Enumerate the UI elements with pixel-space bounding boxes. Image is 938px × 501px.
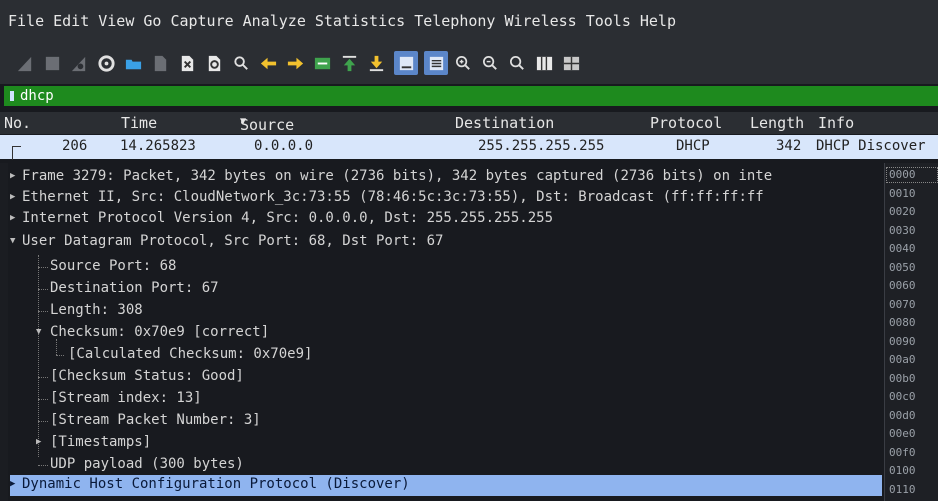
reload-icon[interactable]: [205, 54, 224, 73]
menu-wireless[interactable]: Wireless: [504, 12, 576, 30]
hex-offset: 00a0: [889, 353, 916, 366]
menu-telephony[interactable]: Telephony: [414, 12, 495, 30]
detail-row-source-port[interactable]: Source Port: 68: [10, 257, 882, 278]
expand-arrow-icon[interactable]: ▶: [36, 437, 41, 447]
hex-offset: 0050: [889, 261, 916, 274]
stop-square-icon[interactable]: [43, 54, 62, 73]
hex-offset: 00d0: [889, 409, 916, 422]
hex-offset: 00f0: [889, 446, 916, 459]
hex-offset: 00e0: [889, 427, 916, 440]
go-last-icon[interactable]: [367, 54, 386, 73]
gear-options-icon[interactable]: [97, 54, 116, 73]
menu-edit[interactable]: Edit: [53, 12, 89, 30]
hex-offset: 0030: [889, 224, 916, 237]
cell-length: 342: [776, 138, 802, 154]
packet-list-header: No. Time ▼ Source Destination Protocol Le…: [0, 112, 938, 134]
menu-view[interactable]: View: [98, 12, 134, 30]
menu-help[interactable]: Help: [640, 12, 676, 30]
detail-row-ipv4[interactable]: ▶ Internet Protocol Version 4, Src: 0.0.…: [10, 209, 882, 230]
cell-source: 0.0.0.0: [254, 138, 314, 154]
cell-info: DHCP Discover: [816, 138, 926, 154]
detail-row-timestamps[interactable]: ▶ [Timestamps]: [10, 433, 882, 454]
cell-time: 14.265823: [120, 138, 196, 154]
display-filter-input[interactable]: [20, 88, 900, 104]
hex-offset: 0020: [889, 205, 916, 218]
hex-offset: 0090: [889, 335, 916, 348]
hex-offset: 00c0: [889, 390, 916, 403]
hex-offset: 0070: [889, 298, 916, 311]
display-filter-bar: [4, 86, 938, 106]
hex-offset: 0110: [889, 483, 916, 496]
colorize-icon[interactable]: [424, 51, 448, 75]
menu-file[interactable]: File: [8, 12, 44, 30]
packet-bytes-pane[interactable]: 0000 0010 0020 0030 0040 0050 0060 0070 …: [884, 163, 938, 501]
shark-fin-restart-icon[interactable]: [70, 54, 89, 73]
detail-row-ethernet[interactable]: ▶ Ethernet II, Src: CloudNetwork_3c:73:5…: [10, 188, 882, 209]
expand-arrow-icon[interactable]: ▶: [10, 479, 15, 489]
collapse-arrow-icon[interactable]: ▼: [10, 236, 15, 246]
column-header-source-label: Source: [240, 116, 295, 134]
go-first-icon[interactable]: [340, 54, 359, 73]
menu-go[interactable]: Go: [143, 12, 161, 30]
detail-row-udp[interactable]: ▼ User Datagram Protocol, Src Port: 68, …: [10, 232, 882, 253]
hex-offset: 0040: [889, 242, 916, 255]
expand-arrow-icon[interactable]: ▶: [10, 192, 15, 202]
arrow-left-icon[interactable]: [259, 54, 278, 73]
detail-row-stream-packet-number[interactable]: [Stream Packet Number: 3]: [10, 411, 882, 432]
menu-capture[interactable]: Capture: [170, 12, 233, 30]
shark-fin-start-icon[interactable]: [16, 54, 35, 73]
detail-row-checksum-status[interactable]: [Checksum Status: Good]: [10, 367, 882, 388]
zoom-normal-icon[interactable]: [508, 54, 527, 73]
cell-no: 206: [62, 138, 88, 154]
column-header-time[interactable]: Time: [121, 114, 157, 132]
detail-row-calculated-checksum[interactable]: [Calculated Checksum: 0x70e9]: [10, 345, 882, 366]
detail-row-destination-port[interactable]: Destination Port: 67: [10, 279, 882, 300]
arrow-right-icon[interactable]: [286, 54, 305, 73]
detail-row-length[interactable]: Length: 308: [10, 301, 882, 322]
layout-icon[interactable]: [562, 54, 581, 73]
main-toolbar: [0, 42, 938, 84]
bookmark-icon[interactable]: [10, 91, 14, 101]
expand-arrow-icon[interactable]: ▶: [10, 171, 15, 181]
hex-offset: 00b0: [889, 372, 916, 385]
detail-row-frame[interactable]: ▶ Frame 3279: Packet, 342 bytes on wire …: [10, 167, 882, 188]
detail-row-checksum[interactable]: ▼ Checksum: 0x70e9 [correct]: [10, 323, 882, 344]
column-header-destination[interactable]: Destination: [455, 114, 554, 132]
hex-offset: 0010: [889, 187, 916, 200]
hex-offset: 0100: [889, 464, 916, 477]
close-file-icon[interactable]: [178, 54, 197, 73]
expand-arrow-icon[interactable]: ▶: [10, 213, 15, 223]
folder-open-icon[interactable]: [124, 54, 143, 73]
hex-offset: 0060: [889, 279, 916, 292]
menu-statistics[interactable]: Statistics: [315, 12, 405, 30]
menu-tools[interactable]: Tools: [586, 12, 631, 30]
column-header-protocol[interactable]: Protocol: [650, 114, 722, 132]
cell-destination: 255.255.255.255: [478, 138, 605, 154]
column-header-length[interactable]: Length: [750, 114, 804, 132]
detail-row-dhcp-selected[interactable]: ▶ Dynamic Host Configuration Protocol (D…: [10, 475, 882, 496]
menu-analyze[interactable]: Analyze: [243, 12, 306, 30]
go-to-packet-icon[interactable]: [313, 54, 332, 73]
packet-row-selected[interactable]: 206 14.265823 0.0.0.0 255.255.255.255 DH…: [0, 135, 938, 160]
hex-offset: 0000: [889, 168, 916, 181]
packet-details-pane: ▶ Frame 3279: Packet, 342 bytes on wire …: [10, 163, 882, 501]
details-gutter: [0, 163, 8, 501]
resize-columns-icon[interactable]: [535, 54, 554, 73]
detail-row-udp-payload[interactable]: UDP payload (300 bytes): [10, 455, 882, 476]
collapse-arrow-icon[interactable]: ▼: [36, 327, 41, 337]
column-header-info[interactable]: Info: [818, 114, 854, 132]
detail-row-stream-index[interactable]: [Stream index: 13]: [10, 389, 882, 410]
zoom-out-icon[interactable]: [481, 54, 500, 73]
column-header-no[interactable]: No.: [4, 114, 31, 132]
menu-bar: File Edit View Go Capture Analyze Statis…: [0, 0, 938, 42]
file-icon[interactable]: [151, 54, 170, 73]
cell-protocol: DHCP: [676, 138, 710, 154]
hex-offset: 0080: [889, 316, 916, 329]
autoscroll-icon[interactable]: [394, 51, 418, 75]
zoom-in-icon[interactable]: [454, 54, 473, 73]
search-icon[interactable]: [232, 54, 251, 73]
conversation-bracket: [12, 146, 21, 160]
